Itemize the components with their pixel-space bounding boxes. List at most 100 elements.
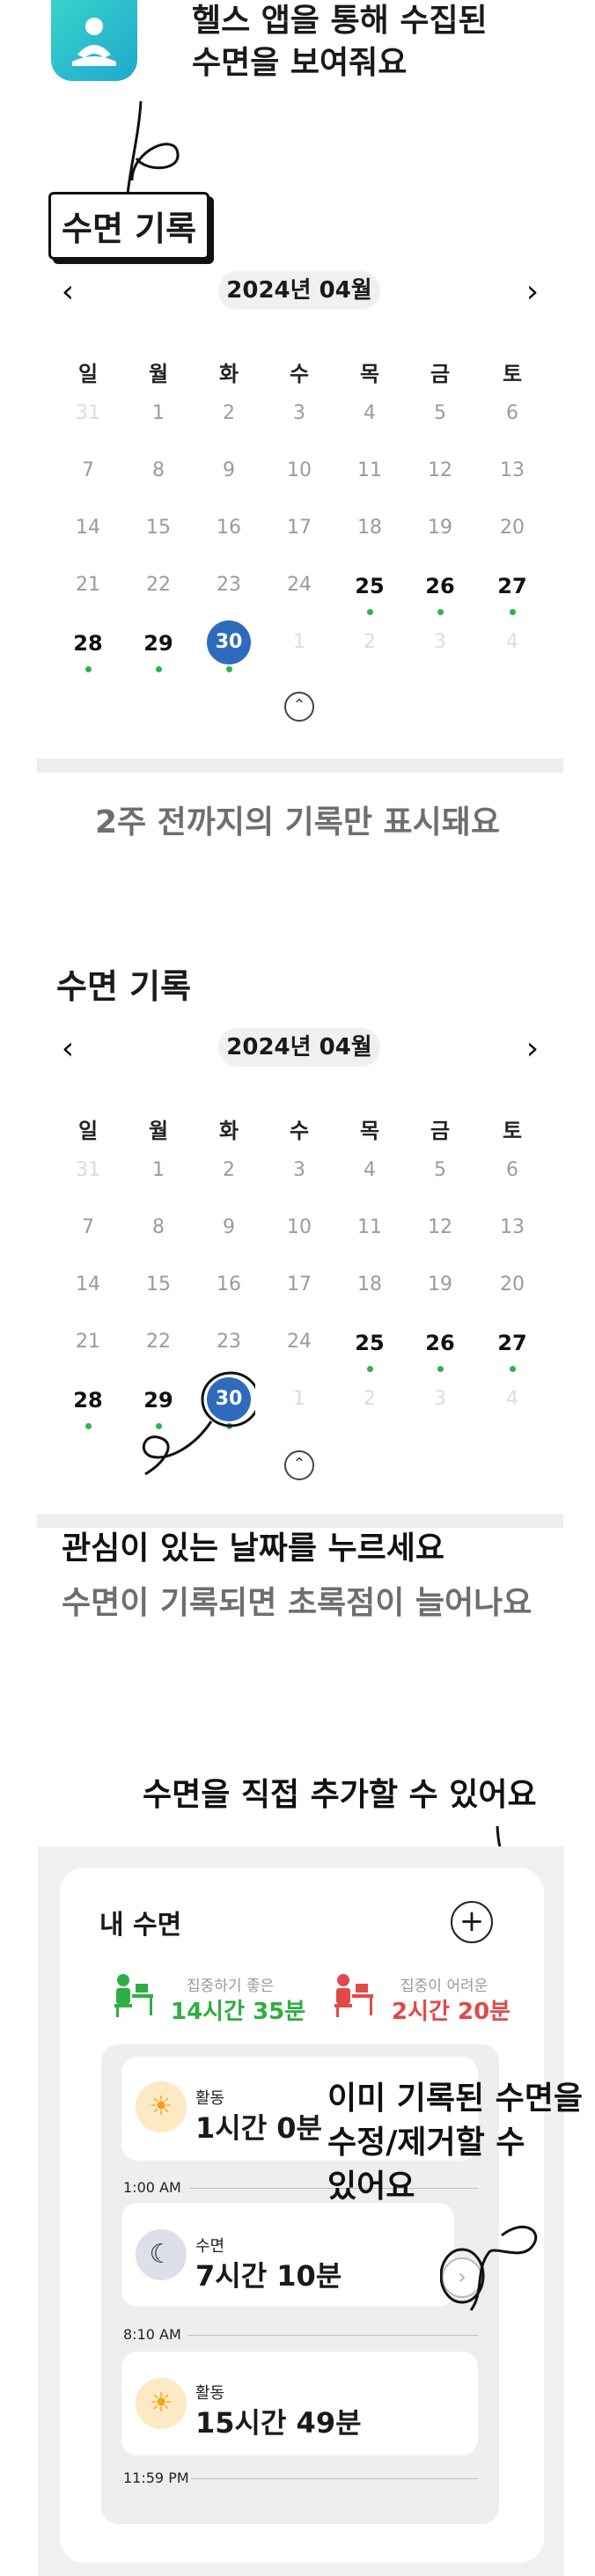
weekday-header: 수 <box>289 1119 310 1143</box>
calendar-day[interactable]: 4 <box>348 402 392 424</box>
calendar-day[interactable]: 27 <box>490 574 534 598</box>
calendar-day[interactable]: 22 <box>136 574 180 596</box>
calendar-day[interactable]: 3 <box>418 1388 462 1410</box>
calendar-day[interactable]: 11 <box>348 1216 392 1238</box>
bad-focus-caption: 집중이 어려운 <box>400 1978 488 1995</box>
calendar-day[interactable]: 14 <box>66 1273 110 1295</box>
calendar-day[interactable]: 4 <box>490 1388 534 1410</box>
calendar-day[interactable]: 2 <box>207 1159 251 1181</box>
calendar-day[interactable]: 4 <box>490 631 534 653</box>
calendar-day[interactable]: 23 <box>207 1331 251 1353</box>
calendar-day[interactable]: 16 <box>207 1273 251 1295</box>
calendar-day[interactable]: 20 <box>490 517 534 539</box>
calendar-day[interactable]: 23 <box>207 574 251 596</box>
calendar-day[interactable]: 9 <box>207 459 251 481</box>
calendar-day[interactable]: 8 <box>136 459 180 481</box>
calendar-day[interactable]: 26 <box>418 574 462 598</box>
calendar-day[interactable]: 18 <box>348 1273 392 1295</box>
calendar-day[interactable]: 13 <box>490 459 534 481</box>
record-dot <box>510 1366 516 1372</box>
calendar-day[interactable]: 25 <box>348 574 392 598</box>
calendar-day[interactable]: 4 <box>348 1159 392 1181</box>
calendar-day[interactable]: 6 <box>490 1159 534 1181</box>
calendar-day[interactable]: 2 <box>348 1388 392 1410</box>
calendar-day[interactable]: 7 <box>66 1216 110 1238</box>
calendar-day[interactable]: 18 <box>348 517 392 539</box>
calendar-day[interactable]: 2 <box>348 631 392 653</box>
record-dot <box>510 609 516 615</box>
prev-month-button-2[interactable]: ‹ <box>55 1031 81 1067</box>
calendar-day[interactable]: 8 <box>136 1216 180 1238</box>
calendar-day[interactable]: 24 <box>277 574 321 596</box>
calendar-day[interactable]: 16 <box>207 517 251 539</box>
calendar-day[interactable]: 1 <box>277 1388 321 1410</box>
entry-value-1: 1시간 0분 <box>195 2111 322 2145</box>
collapse-calendar-button[interactable]: ⌃ <box>284 692 314 722</box>
calendar-day[interactable]: 13 <box>490 1216 534 1238</box>
entry-value-3: 15시간 49분 <box>195 2406 362 2440</box>
calendar-day[interactable]: 24 <box>277 1331 321 1353</box>
edit-note-line1: 이미 기록된 수면을 <box>327 2081 584 2117</box>
sleep-record-label: 수면 기록 <box>48 192 210 260</box>
calendar-day[interactable]: 29 <box>136 631 180 656</box>
record-dot <box>85 666 92 672</box>
calendar-day[interactable]: 31 <box>66 1159 110 1181</box>
calendar-day[interactable]: 14 <box>66 517 110 539</box>
calendar-day[interactable]: 17 <box>277 1273 321 1295</box>
month-selector[interactable]: 2024년 04월 <box>218 271 380 310</box>
calendar-day[interactable]: 10 <box>277 459 321 481</box>
time-label-1: 1:00 AM <box>123 2179 181 2196</box>
calendar-day[interactable]: 3 <box>277 1159 321 1181</box>
calendar-day[interactable]: 5 <box>418 1159 462 1181</box>
calendar-day[interactable]: 1 <box>136 1159 180 1181</box>
entry-value-2: 7시간 10분 <box>195 2259 342 2293</box>
calendar-day[interactable]: 28 <box>66 1388 110 1413</box>
weekday-header: 토 <box>502 1119 523 1143</box>
calendar-day[interactable]: 5 <box>418 402 462 424</box>
hero-title: 헬스 앱을 통해 수집된 수면을 보여줘요 <box>192 0 488 84</box>
record-dot <box>437 1366 444 1372</box>
calendar-day[interactable]: 2 <box>207 402 251 424</box>
calendar-day[interactable]: 15 <box>136 517 180 539</box>
calendar-day[interactable]: 20 <box>490 1273 534 1295</box>
calendar-day[interactable]: 12 <box>418 459 462 481</box>
collapse-calendar-button-2[interactable]: ⌃ <box>284 1450 314 1480</box>
calendar-day[interactable]: 19 <box>418 517 462 539</box>
sun-icon: ☀ <box>136 2378 187 2429</box>
month-selector-2[interactable]: 2024년 04월 <box>218 1028 380 1067</box>
weekday-header: 화 <box>218 1119 239 1143</box>
calendar-day[interactable]: 21 <box>66 1331 110 1353</box>
time-line-2 <box>187 2335 478 2336</box>
next-month-button-2[interactable]: › <box>519 1031 546 1067</box>
calendar-day[interactable]: 12 <box>418 1216 462 1238</box>
calendar-day[interactable]: 19 <box>418 1273 462 1295</box>
calendar-day[interactable]: 6 <box>490 402 534 424</box>
calendar-day[interactable]: 21 <box>66 574 110 596</box>
next-month-button[interactable]: › <box>519 275 546 310</box>
calendar-day[interactable]: 11 <box>348 459 392 481</box>
weekday-header: 금 <box>430 362 451 386</box>
hero-title-line1: 헬스 앱을 통해 수집된 <box>192 3 488 39</box>
add-sleep-button[interactable]: + <box>451 1901 493 1943</box>
selected-day[interactable]: 30 <box>207 620 251 664</box>
calendar-day[interactable]: 3 <box>277 402 321 424</box>
calendar-day[interactable]: 27 <box>490 1331 534 1355</box>
calendar-day[interactable]: 7 <box>66 459 110 481</box>
calendar-day[interactable]: 25 <box>348 1331 392 1355</box>
weekday-header: 일 <box>77 362 99 386</box>
calendar-day[interactable]: 31 <box>66 402 110 424</box>
calendar-day[interactable]: 28 <box>66 631 110 656</box>
calendar-day[interactable]: 1 <box>136 402 180 424</box>
calendar-day[interactable]: 17 <box>277 517 321 539</box>
prev-month-button[interactable]: ‹ <box>55 275 81 310</box>
calendar-day[interactable]: 9 <box>207 1216 251 1238</box>
calendar-day[interactable]: 3 <box>418 631 462 653</box>
weekday-header: 일 <box>77 1119 99 1143</box>
calendar-day[interactable]: 22 <box>136 1331 180 1353</box>
calendar-day[interactable]: 26 <box>418 1331 462 1355</box>
two-weeks-notice: 2주 전까지의 기록만 표시돼요 <box>94 804 501 840</box>
focus-good-desk-icon <box>114 1974 153 2017</box>
calendar-day[interactable]: 1 <box>277 631 321 653</box>
calendar-day[interactable]: 15 <box>136 1273 180 1295</box>
calendar-day[interactable]: 10 <box>277 1216 321 1238</box>
